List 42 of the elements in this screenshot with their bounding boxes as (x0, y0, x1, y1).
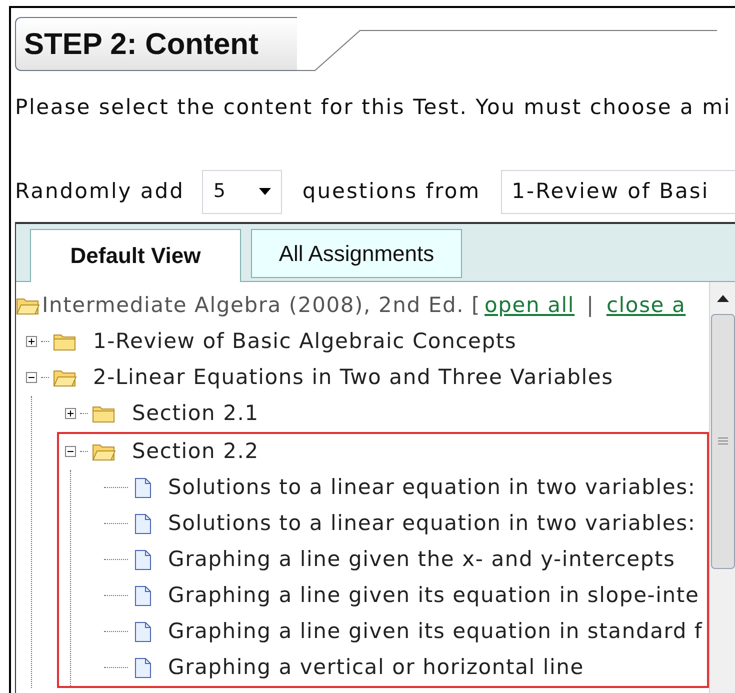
vertical-scrollbar[interactable] (709, 282, 735, 693)
folder-icon (92, 404, 116, 424)
tree-item-label[interactable]: 2-Linear Equations in Two and Three Variables (93, 362, 614, 394)
page-icon (134, 512, 152, 534)
open-all-link[interactable]: open all (484, 290, 575, 322)
tree-item-label[interactable]: Graphing a vertical or horizontal line (168, 652, 584, 684)
page-icon (134, 548, 152, 570)
folder-icon (92, 442, 116, 462)
tree-item-label[interactable]: Section 2.1 (132, 398, 259, 430)
page-icon (134, 584, 152, 606)
count-dropdown[interactable]: 5 (202, 170, 282, 214)
page-icon (134, 656, 152, 678)
tree-item-label[interactable]: 1-Review of Basic Algebraic Concepts (93, 326, 517, 358)
randomly-add-label: Randomly add (15, 178, 184, 205)
dropdown-caret-icon (259, 188, 272, 195)
page-icon (134, 620, 152, 642)
collapse-icon[interactable] (65, 446, 76, 457)
folder-icon (16, 296, 40, 316)
grip-icon (718, 437, 728, 445)
tree-item-label[interactable]: Graphing a line given its equation in standard f (168, 616, 703, 648)
link-separator: | (586, 292, 594, 319)
tree-item-label[interactable]: Solutions to a linear equation in two variables: (168, 508, 696, 540)
instructions-text: Please select the content for this Test. You must choose a mi (15, 94, 732, 121)
source-dropdown[interactable]: 1-Review of Basi (500, 170, 735, 214)
folder-icon (53, 368, 77, 388)
expand-icon[interactable] (65, 408, 76, 419)
page-icon (134, 476, 152, 498)
section-title: STEP 2: Content (24, 26, 258, 62)
collapse-icon[interactable] (26, 372, 37, 383)
course-title: Intermediate Algebra (2008), 2nd Ed. [ (42, 292, 481, 319)
view-tab[interactable]: All Assignments (251, 228, 462, 278)
scrollbar-thumb[interactable] (710, 314, 734, 568)
tree-item-label[interactable]: Graphing a line given the x- and y-intercepts (168, 544, 676, 576)
scroll-up-icon[interactable] (716, 294, 728, 302)
expand-icon[interactable] (26, 336, 37, 347)
tree-item-label[interactable]: Graphing a line given its equation in slope-inte (168, 580, 700, 612)
questions-from-label: questions from (302, 178, 481, 205)
tree-item-label[interactable]: Solutions to a linear equation in two variables: (168, 472, 696, 504)
tree-item-label[interactable]: Section 2.2 (132, 436, 259, 468)
close-all-link[interactable]: close a (606, 290, 686, 322)
view-tab[interactable]: Default View (30, 228, 241, 282)
folder-icon (53, 332, 77, 352)
